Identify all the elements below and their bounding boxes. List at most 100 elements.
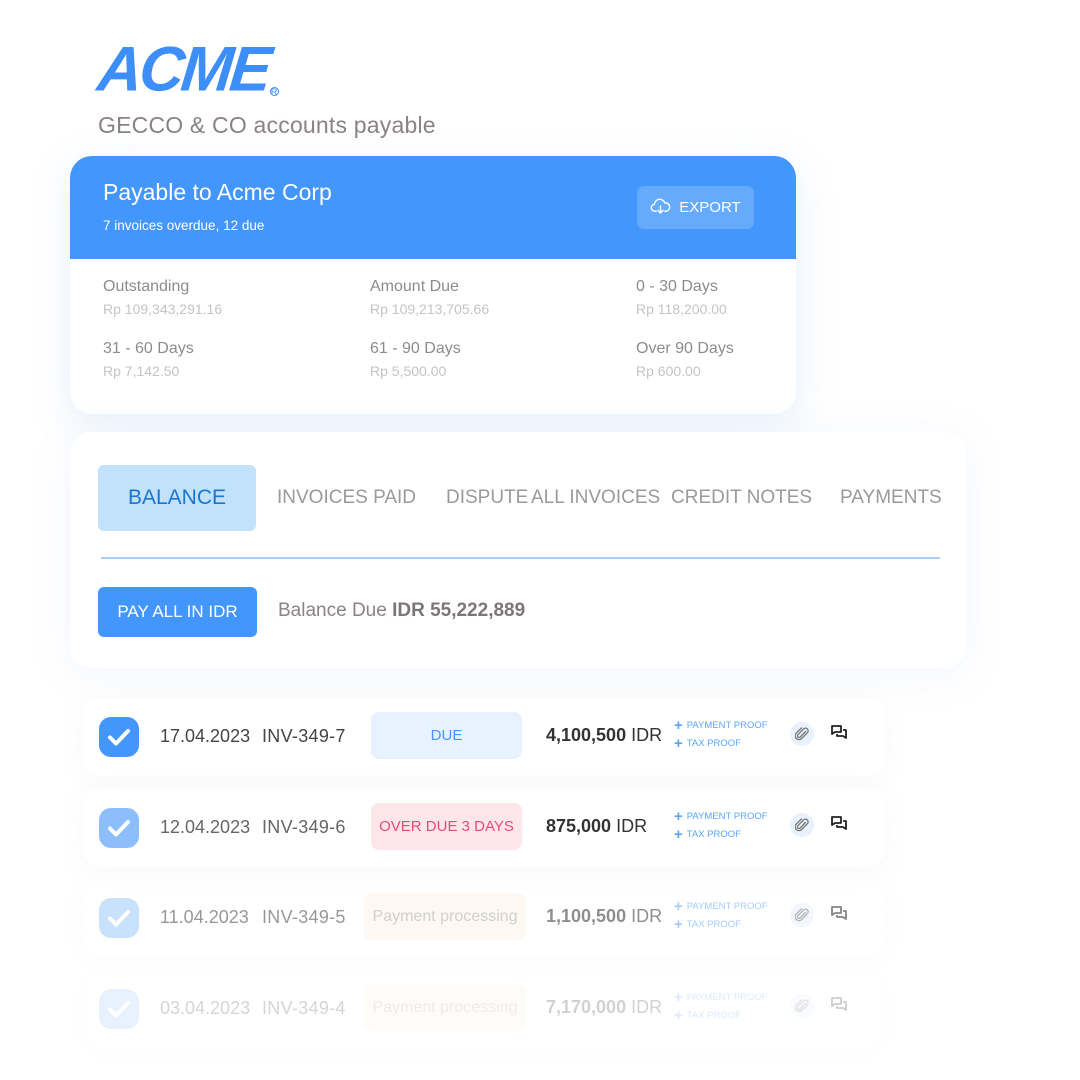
tab-credit-notes[interactable]: CREDIT NOTES [671,465,812,531]
balance-card: BALANCE INVOICES PAID DISPUTE ALL INVOIC… [70,432,966,668]
paperclip-icon [795,818,809,832]
invoice-number[interactable]: INV-349-5 [262,907,346,928]
attachment-button[interactable] [790,813,814,837]
plus-icon: + [674,826,683,843]
proof-links: + PAYMENT PROOF + TAX PROOF [674,898,768,934]
invoice-number[interactable]: INV-349-7 [262,726,346,747]
paperclip-icon [795,908,809,922]
summary-title: Payable to Acme Corp [103,179,332,205]
stat-amount-due: Amount Due Rp 109,213,705.66 [370,278,636,317]
invoice-row: 11.04.2023 INV-349-5 Payment processing … [84,879,884,957]
paperclip-icon [795,727,809,741]
tab-dispute[interactable]: DISPUTE [446,465,528,531]
add-tax-proof-link[interactable]: + TAX PROOF [674,916,768,934]
plus-icon: + [674,916,683,933]
row-checkbox[interactable] [99,898,139,938]
registered-mark: R [269,87,279,97]
comments-icon[interactable] [830,995,848,1013]
add-payment-proof-link[interactable]: + PAYMENT PROOF [674,898,768,916]
stat-outstanding: Outstanding Rp 109,343,291.16 [103,278,370,317]
invoice-row: 17.04.2023 INV-349-7 DUE 4,100,500 IDR +… [84,698,884,776]
amount-value: 875,000 [546,816,612,836]
invoice-date: 11.04.2023 [160,907,249,927]
amount-currency: IDR [631,997,663,1017]
tax-proof-label: TAX PROOF [686,919,741,930]
acme-logo: ACME R [94,34,279,105]
cloud-download-icon [650,197,671,219]
stat-label: Over 90 Days [636,340,734,357]
stat-label: Outstanding [103,278,190,295]
invoice-number[interactable]: INV-349-4 [262,998,346,1019]
stat-value: Rp 7,142.50 [103,363,180,379]
attachment-button[interactable] [790,994,814,1018]
add-payment-proof-link[interactable]: + PAYMENT PROOF [674,989,768,1007]
invoice-date: 12.04.2023 [160,817,251,837]
stat-61-90-days: 61 - 90 Days Rp 5,500.00 [370,340,636,379]
invoice-amount: 875,000 IDR [546,816,647,837]
tab-balance[interactable]: BALANCE [98,465,256,531]
tax-proof-label: TAX PROOF [686,738,741,749]
checkmark-icon [108,910,130,927]
balance-due-value: IDR 55,222,889 [392,600,526,621]
summary-header: Payable to Acme Corp 7 invoices overdue,… [70,156,796,259]
tab-payments[interactable]: PAYMENTS [840,465,942,531]
attachment-button[interactable] [790,722,814,746]
row-checkbox[interactable] [99,989,139,1029]
stat-value: Rp 118,200.00 [636,301,727,317]
tab-all-invoices[interactable]: ALL INVOICES [531,465,660,531]
payment-proof-label: PAYMENT PROOF [686,720,768,731]
comments-icon[interactable] [830,723,848,741]
payment-proof-label: PAYMENT PROOF [686,811,768,822]
stat-label: 61 - 90 Days [370,340,461,357]
checkmark-icon [108,729,130,746]
plus-icon: + [674,717,683,734]
add-tax-proof-link[interactable]: + TAX PROOF [674,1007,768,1025]
amount-value: 1,100,500 [546,906,627,926]
add-payment-proof-link[interactable]: + PAYMENT PROOF [674,808,768,826]
plus-icon: + [674,1007,683,1024]
plus-icon: + [674,898,683,915]
checkmark-icon [108,820,130,837]
invoice-number[interactable]: INV-349-6 [262,817,346,838]
status-badge: DUE [371,712,522,759]
stat-over-90-days: Over 90 Days Rp 600.00 [636,340,786,379]
comments-icon[interactable] [830,904,848,922]
tax-proof-label: TAX PROOF [686,1010,741,1021]
tab-invoices-paid[interactable]: INVOICES PAID [277,465,416,531]
amount-value: 7,170,000 [546,997,627,1017]
pay-all-button[interactable]: PAY ALL IN IDR [98,587,257,637]
payment-proof-label: PAYMENT PROOF [686,901,768,912]
tab-divider [101,557,940,559]
summary-subtitle: 7 invoices overdue, 12 due [103,218,265,233]
attachment-button[interactable] [790,903,814,927]
add-payment-proof-link[interactable]: + PAYMENT PROOF [674,717,768,735]
plus-icon: + [674,989,683,1006]
stat-value: Rp 109,343,291.16 [103,301,223,317]
invoice-amount: 1,100,500 IDR [546,906,662,927]
invoice-date: 03.04.2023 [160,998,251,1018]
export-label: EXPORT [679,199,741,216]
invoice-row: 12.04.2023 INV-349-6 OVER DUE 3 DAYS 875… [84,789,884,867]
status-badge: Payment processing [364,984,526,1031]
paperclip-icon [795,999,809,1013]
stat-label: 31 - 60 Days [103,340,194,357]
add-tax-proof-link[interactable]: + TAX PROOF [674,735,768,753]
summary-card: Payable to Acme Corp 7 invoices overdue,… [70,156,796,414]
stat-label: 0 - 30 Days [636,278,718,295]
plus-icon: + [674,735,683,752]
export-button[interactable]: EXPORT [637,186,754,229]
payment-proof-label: PAYMENT PROOF [686,992,768,1003]
invoice-date: 17.04.2023 [160,726,251,746]
logo-text: ACME [94,34,273,105]
add-tax-proof-link[interactable]: + TAX PROOF [674,826,768,844]
invoice-amount: 4,100,500 IDR [546,725,662,746]
row-checkbox[interactable] [99,717,139,757]
stat-0-30-days: 0 - 30 Days Rp 118,200.00 [636,278,786,317]
row-checkbox[interactable] [99,808,139,848]
comments-icon[interactable] [830,814,848,832]
stat-value: Rp 5,500.00 [370,363,447,379]
stat-value: Rp 109,213,705.66 [370,301,490,317]
page-subtitle: GECCO & CO accounts payable [98,112,436,138]
amount-value: 4,100,500 [546,725,627,745]
stat-31-60-days: 31 - 60 Days Rp 7,142.50 [103,340,370,379]
